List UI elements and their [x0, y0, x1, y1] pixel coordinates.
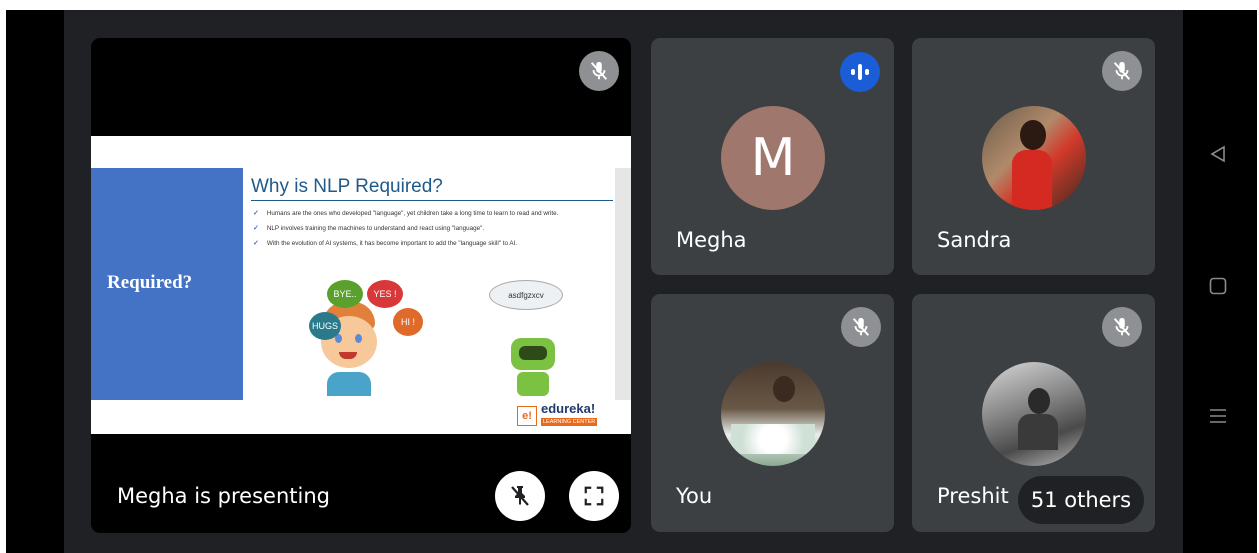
speech-bubble: BYE.. [327, 280, 363, 308]
avatar [982, 106, 1086, 210]
mic-off-icon [1102, 307, 1142, 347]
others-count-chip[interactable]: 51 others [1018, 476, 1144, 524]
avatar: M [721, 106, 825, 210]
participant-name: Megha [676, 228, 747, 252]
participant-name: Preshit [937, 484, 1009, 508]
participant-name: You [676, 484, 713, 508]
avatar [721, 362, 825, 466]
slide-title: Why is NLP Required? [251, 176, 443, 197]
slide-side-band: Required? [91, 168, 243, 400]
slide-edge-strip [615, 168, 631, 400]
system-nav-bar [1183, 10, 1257, 553]
slide-bullet: NLP involves training the machines to un… [253, 221, 613, 236]
speech-bubble: HI ! [393, 308, 423, 336]
presentation-tile[interactable]: Required? Why is NLP Required? Humans ar… [91, 38, 631, 533]
square-home-icon[interactable] [1208, 276, 1228, 296]
shared-slide: Required? Why is NLP Required? Humans ar… [91, 136, 631, 434]
speech-bubble: YES ! [367, 280, 403, 308]
slide-bullet: With the evolution of AI systems, it has… [253, 236, 613, 251]
mic-off-icon [579, 51, 619, 91]
participant-name: Sandra [937, 228, 1012, 252]
avatar [982, 362, 1086, 466]
audio-wave-icon [840, 52, 880, 92]
slide-bullet: Humans are the ones who developed "langu… [253, 206, 613, 221]
lines-menu-icon[interactable] [1208, 406, 1228, 426]
pin-off-icon [511, 486, 529, 506]
edureka-logo: e! edureka! LEARNING CENTER [517, 401, 617, 430]
avatar-initial: M [750, 128, 796, 188]
slide-bullet-list: Humans are the ones who developed "langu… [253, 206, 613, 251]
participant-tile-sandra[interactable]: Sandra [912, 38, 1155, 275]
slide-side-heading: Required? [107, 272, 193, 293]
robot-thought-bubble: asdfgzxcv [489, 280, 563, 310]
robot-illustration [503, 332, 563, 396]
mic-off-icon [1102, 51, 1142, 91]
participant-tile-megha[interactable]: M Megha [651, 38, 894, 275]
slide-divider [251, 200, 613, 201]
speech-bubble: HUGS [309, 312, 341, 340]
participant-tile-you[interactable]: You [651, 294, 894, 532]
triangle-back-icon[interactable] [1208, 144, 1228, 164]
fullscreen-button[interactable] [569, 471, 619, 521]
kid-illustration [297, 296, 397, 396]
fullscreen-icon [584, 486, 604, 506]
unpin-button[interactable] [495, 471, 545, 521]
presenting-label: Megha is presenting [117, 484, 330, 508]
mic-off-icon [841, 307, 881, 347]
